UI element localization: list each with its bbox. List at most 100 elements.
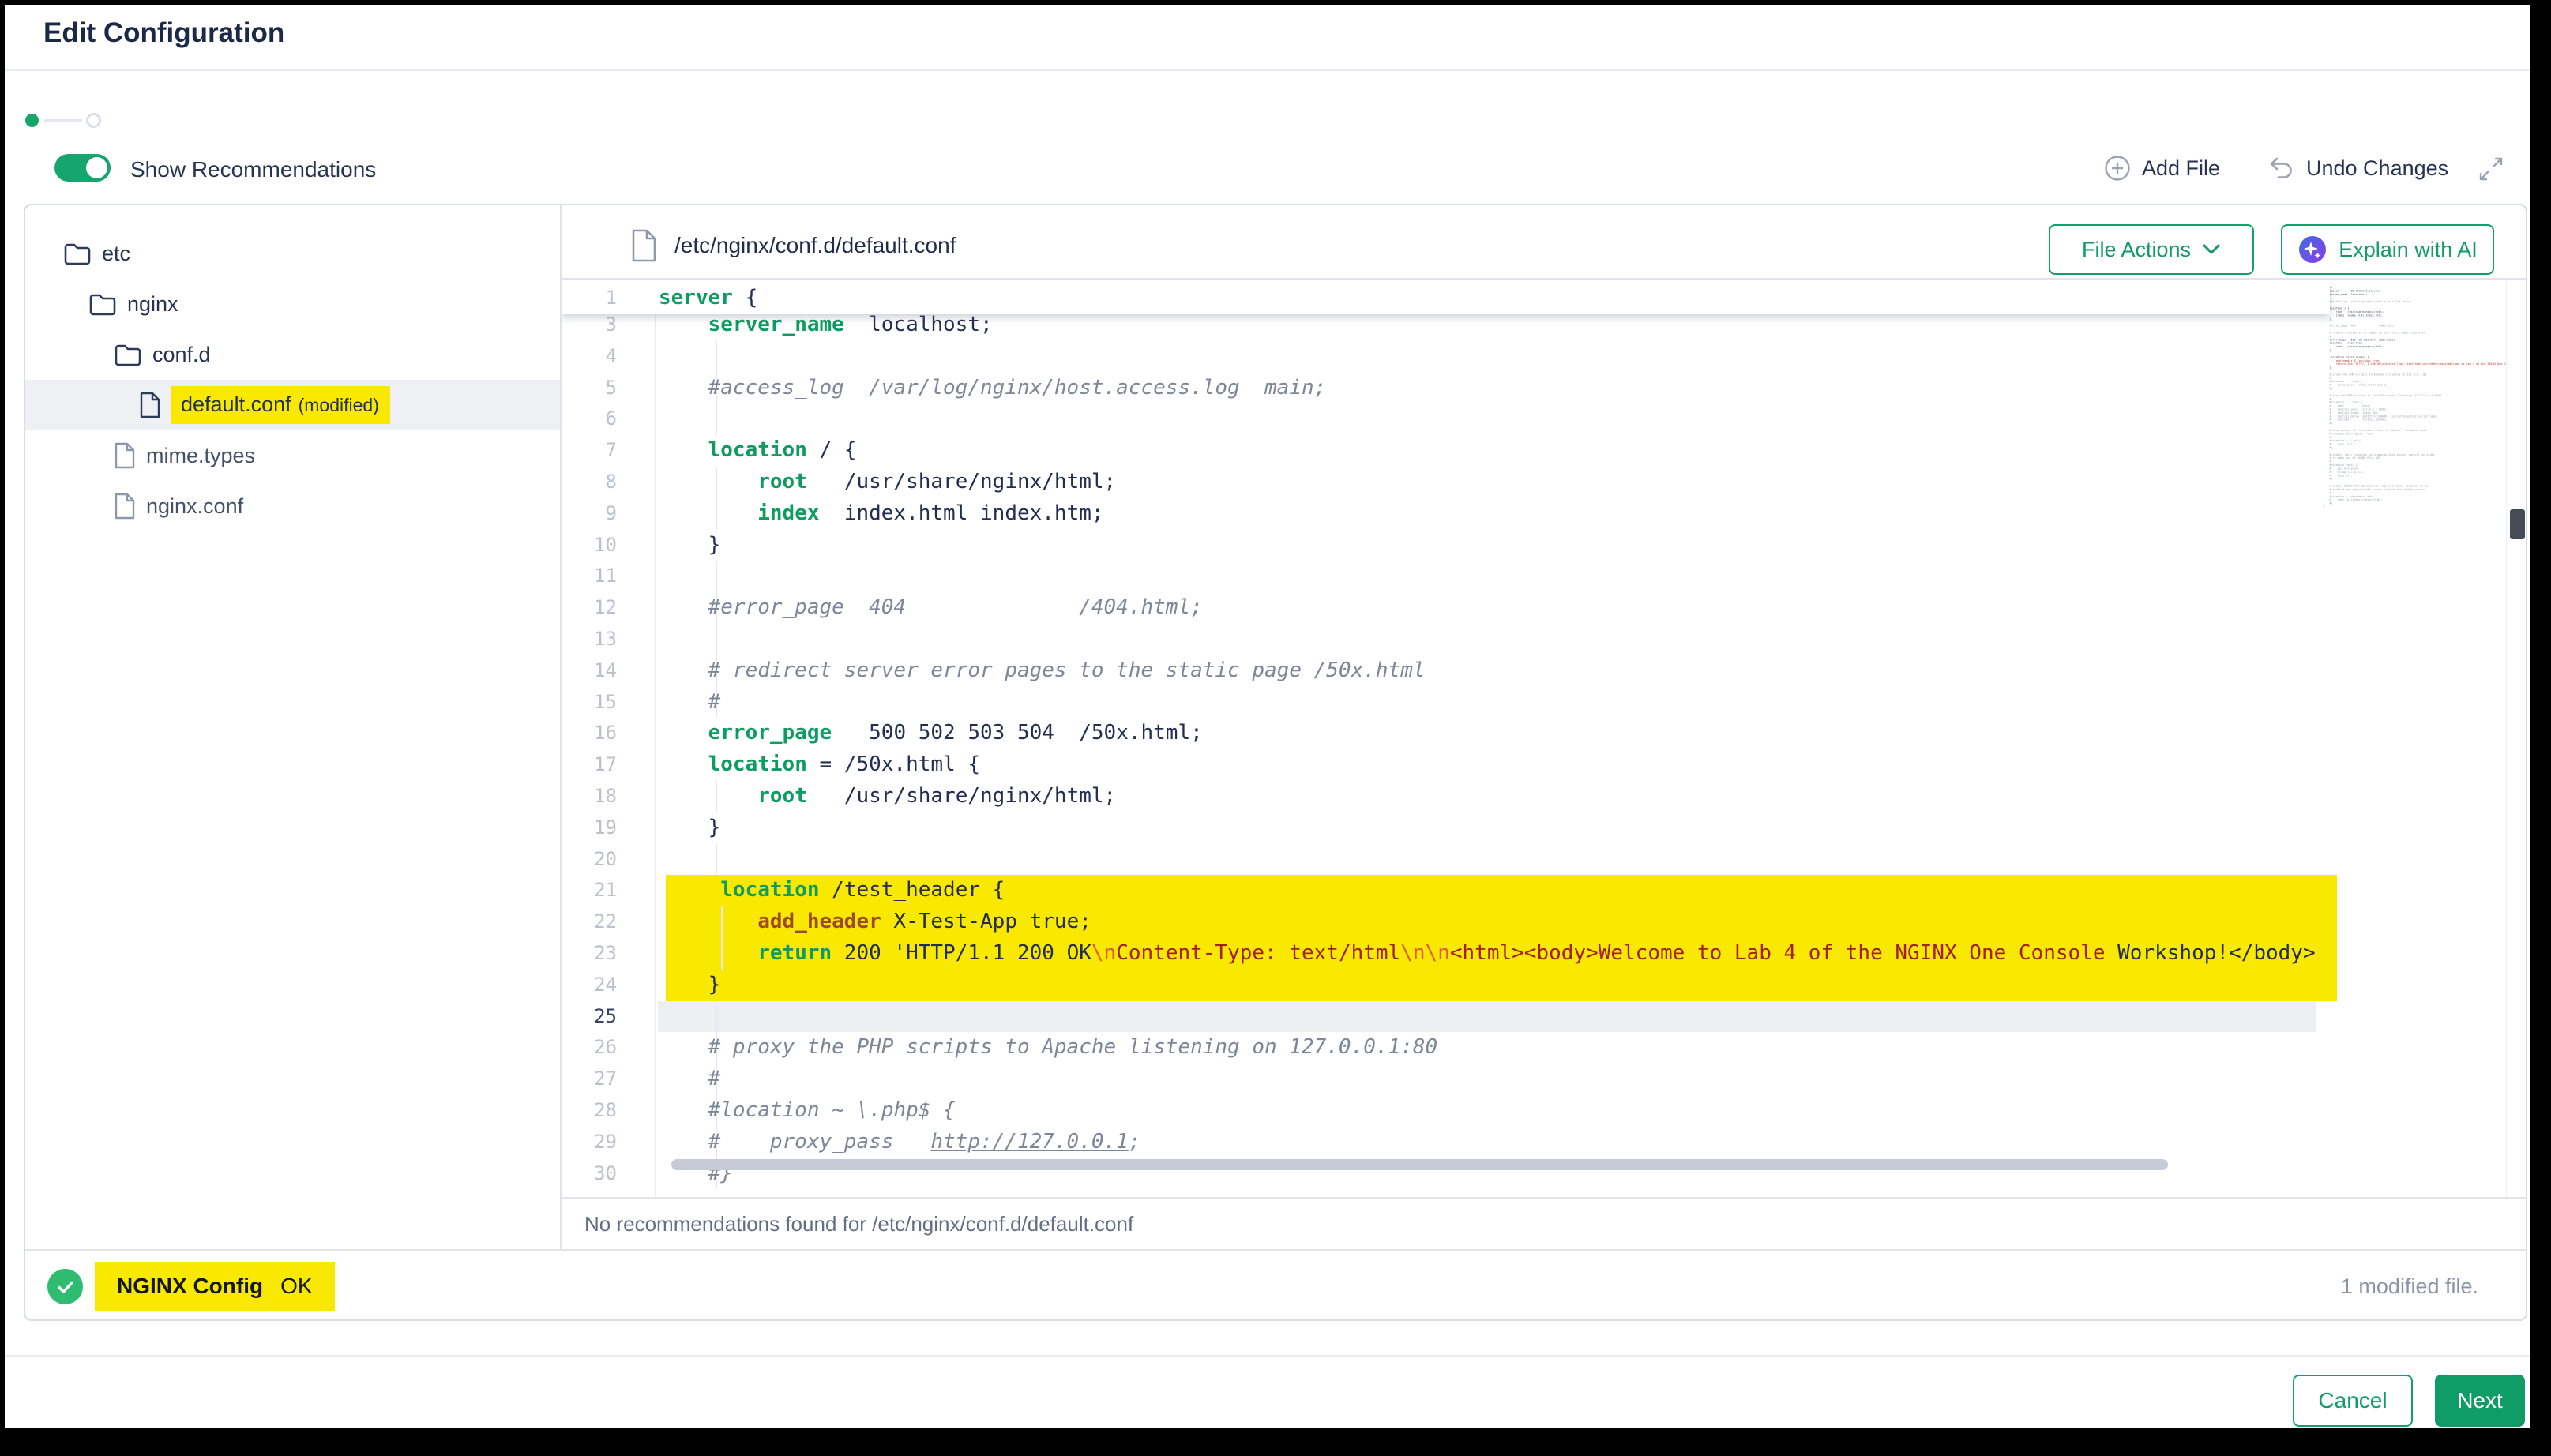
add-file-button[interactable]: Add File xyxy=(2104,155,2220,182)
code-line-12[interactable]: 12 #error_page 404 /404.html; xyxy=(562,592,2330,624)
line-number: 26 xyxy=(562,1032,617,1064)
vertical-scrollbar[interactable] xyxy=(2506,281,2527,1197)
line-content: return 200 'HTTP/1.1 200 OK\nContent-Typ… xyxy=(617,941,2316,965)
line-number: 20 xyxy=(562,844,617,876)
indent-guide xyxy=(716,403,717,435)
code-lines[interactable]: 3 server_name localhost;45 #access_log /… xyxy=(562,310,2330,1189)
code-line-6[interactable]: 6 xyxy=(562,403,2330,435)
line-number: 9 xyxy=(562,498,617,530)
code-line-10[interactable]: 10 } xyxy=(562,530,2330,561)
explain-with-ai-button[interactable]: Explain with AI xyxy=(2281,224,2494,275)
code-line-11[interactable]: 11 xyxy=(562,561,2330,592)
file-tree-panel: etcnginxconf.d default.conf(modified) mime… xyxy=(25,205,562,1249)
add-file-label: Add File xyxy=(2142,156,2220,181)
folder-icon xyxy=(63,241,92,266)
line-number: 25 xyxy=(562,1001,617,1033)
show-recommendations-label: Show Recommendations xyxy=(130,157,376,182)
code-line-25[interactable]: 25 xyxy=(562,1001,2330,1033)
indent-guide xyxy=(716,341,717,373)
line-content xyxy=(617,564,659,587)
code-line-19[interactable]: 19 } xyxy=(562,812,2330,844)
recommendations-bar: No recommendations found for /etc/nginx/… xyxy=(562,1197,2527,1249)
code-line-9[interactable]: 9 index index.html index.htm; xyxy=(562,498,2330,530)
tree-item-etc[interactable]: etc xyxy=(25,228,560,279)
folder-icon xyxy=(114,342,142,367)
code-line-26[interactable]: 26 # proxy the PHP scripts to Apache lis… xyxy=(562,1032,2330,1064)
screenshot-frame-left xyxy=(0,0,5,1456)
file-actions-label: File Actions xyxy=(2082,238,2191,262)
tree-item-label: default.conf(modified) xyxy=(171,386,390,424)
file-path-text: /etc/nginx/conf.d/default.conf xyxy=(674,233,956,258)
code-line-18[interactable]: 18 root /usr/share/nginx/html; xyxy=(562,781,2330,812)
line-number: 8 xyxy=(562,467,617,498)
line-number: 15 xyxy=(562,687,617,719)
line-content xyxy=(617,407,659,430)
line-number: 19 xyxy=(562,812,617,844)
line-number: 30 xyxy=(562,1158,617,1190)
tree-item-nginx[interactable]: nginx xyxy=(25,279,560,329)
no-recommendations-text: No recommendations found for /etc/nginx/… xyxy=(584,1212,1133,1236)
cancel-button[interactable]: Cancel xyxy=(2293,1375,2413,1427)
code-line-13[interactable]: 13 xyxy=(562,624,2330,655)
code-line-15[interactable]: 15 # xyxy=(562,687,2330,719)
line-content: root /usr/share/nginx/html; xyxy=(617,784,1116,808)
indent-guide xyxy=(716,624,717,655)
tree-item-nginx-conf[interactable]: nginx.conf xyxy=(25,481,560,531)
footer-divider xyxy=(0,1355,2551,1357)
file-actions-button[interactable]: File Actions xyxy=(2049,224,2254,275)
code-line-8[interactable]: 8 root /usr/share/nginx/html; xyxy=(562,467,2330,498)
line-number: 21 xyxy=(562,875,617,906)
status-bar: NGINX Config OK 1 modified file. xyxy=(25,1249,2526,1321)
line-number: 27 xyxy=(562,1064,617,1095)
indent-guide xyxy=(716,1001,717,1033)
tree-item-mime-types[interactable]: mime.types xyxy=(25,430,560,481)
sticky-line: 1server { xyxy=(562,281,2330,314)
line-number: 18 xyxy=(562,781,617,812)
code-line-20[interactable]: 20 xyxy=(562,844,2330,876)
line-content: # proxy the PHP scripts to Apache listen… xyxy=(617,1035,1437,1059)
line-number: 5 xyxy=(562,373,617,404)
line-content: # xyxy=(617,1067,720,1090)
code-line-23[interactable]: 23 return 200 'HTTP/1.1 200 OK\nContent-… xyxy=(562,938,2330,970)
undo-changes-button[interactable]: Undo Changes xyxy=(2268,155,2448,182)
line-content xyxy=(617,847,659,871)
vertical-scrollbar-thumb[interactable] xyxy=(2510,509,2525,539)
gutter-border xyxy=(655,281,656,1197)
code-editor[interactable]: 3 server_name localhost;45 #access_log /… xyxy=(562,281,2527,1197)
minimap[interactable]: server { listen 80 default_server; serve… xyxy=(2316,281,2506,1197)
line-content: } xyxy=(617,816,720,839)
code-line-5[interactable]: 5 #access_log /var/log/nginx/host.access… xyxy=(562,373,2330,404)
code-line-4[interactable]: 4 xyxy=(562,341,2330,373)
show-recommendations-toggle[interactable] xyxy=(54,154,111,182)
line-number: 14 xyxy=(562,655,617,687)
code-line-16[interactable]: 16 error_page 500 502 503 504 /50x.html; xyxy=(562,718,2330,749)
tree-item-conf-d[interactable]: conf.d xyxy=(25,329,560,380)
stepper-step-1[interactable] xyxy=(25,114,39,127)
code-line-24[interactable]: 24 } xyxy=(562,970,2330,1001)
code-line-22[interactable]: 22 add_header X-Test-App true; xyxy=(562,906,2330,938)
status-value: OK xyxy=(280,1274,312,1299)
line-content: # proxy_pass http://127.0.0.1; xyxy=(617,1130,1140,1154)
line-number: 16 xyxy=(562,718,617,749)
file-path: /etc/nginx/conf.d/default.conf xyxy=(630,229,956,262)
code-line-17[interactable]: 17 location = /50x.html { xyxy=(562,749,2330,781)
code-line-27[interactable]: 27 # xyxy=(562,1064,2330,1095)
tree-item-default-conf[interactable]: default.conf(modified) xyxy=(25,380,560,430)
circle-plus-icon xyxy=(2104,155,2131,182)
line-number: 11 xyxy=(562,561,617,592)
code-line-7[interactable]: 7 location / { xyxy=(562,435,2330,467)
code-line-29[interactable]: 29 # proxy_pass http://127.0.0.1; xyxy=(562,1127,2330,1158)
stepper-step-2[interactable] xyxy=(86,113,101,128)
line-content: } xyxy=(617,973,720,996)
code-line-1[interactable]: 1server { xyxy=(562,281,2330,314)
expand-arrows-icon xyxy=(2478,156,2504,182)
next-button[interactable]: Next xyxy=(2435,1375,2525,1427)
line-content: } xyxy=(617,533,720,557)
code-line-14[interactable]: 14 # redirect server error pages to the … xyxy=(562,655,2330,687)
horizontal-scrollbar-thumb[interactable] xyxy=(671,1159,2168,1170)
code-line-28[interactable]: 28 #location ~ \.php$ { xyxy=(562,1095,2330,1127)
line-content: location / { xyxy=(617,438,856,462)
expand-fullscreen-button[interactable] xyxy=(2478,156,2504,182)
code-line-21[interactable]: 21 location /test_header { xyxy=(562,875,2330,906)
file-icon xyxy=(114,442,136,469)
